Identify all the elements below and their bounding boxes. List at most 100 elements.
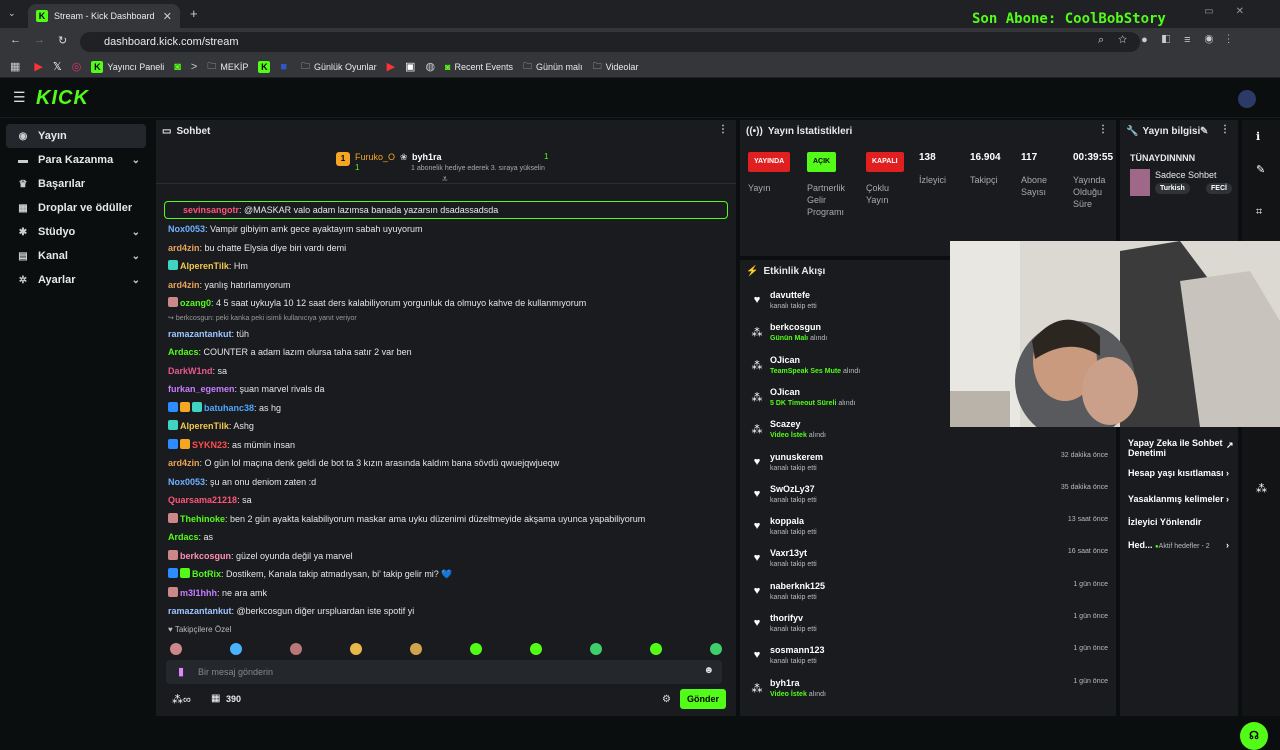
event-item[interactable]: ♥ thorifyv kanalı takip etti 1 gün önce	[748, 609, 1118, 641]
more-icon[interactable]: ⋮	[1098, 124, 1108, 135]
chat-username[interactable]: ard4zin	[168, 243, 200, 253]
bookmark-recent-events[interactable]: ◙ Recent Events	[445, 62, 513, 72]
chat-username[interactable]: ramazantankut	[168, 606, 232, 616]
emote[interactable]	[650, 643, 662, 655]
collapse-icon[interactable]: ⩡	[442, 174, 448, 185]
bookmark-icon[interactable]: ◙	[174, 61, 181, 73]
chat-message[interactable]: Thehinoke: ben 2 gün ayakta kalabiliyoru…	[156, 510, 736, 529]
bookmark-gunun-mali[interactable]: 🗀 Günün malı	[523, 59, 583, 75]
reload-icon[interactable]: ↻	[58, 34, 67, 47]
bookmark-icon[interactable]: >	[191, 61, 197, 73]
bookmark-videolar[interactable]: 🗀 Videolar	[593, 59, 639, 75]
chat-username[interactable]: AlperenTilk	[180, 261, 229, 271]
chat-input[interactable]: ▮ Bir mesaj gönderin ☻	[166, 660, 722, 684]
chat-message[interactable]: batuhanc38: as hg	[156, 399, 736, 418]
bookmark-yayinci-paneli[interactable]: K Yayıncı Paneli	[91, 60, 164, 73]
event-item[interactable]: ♥ Vaxr13yt kanalı takip etti 16 saat önce	[748, 544, 1118, 576]
event-user[interactable]: SwOzLy37	[770, 484, 815, 494]
event-user[interactable]: sosmann123	[770, 645, 825, 655]
chat-message[interactable]: AlperenTilk: Ashg	[156, 417, 736, 436]
goals-link[interactable]: Hed... ●Aktif hedefler - 2 ›	[1128, 540, 1229, 550]
chat-username[interactable]: AlperenTilk	[180, 421, 229, 431]
chat-username[interactable]: Nox0053	[168, 224, 205, 234]
youtube-icon[interactable]: ▶	[387, 60, 395, 73]
chat-message[interactable]: Nox0053: Vampir gibiyim amk gece ayaktay…	[156, 220, 736, 239]
event-user[interactable]: berkcosgun	[770, 322, 821, 332]
chat-username[interactable]: sevinsangotr	[183, 205, 239, 215]
chat-message[interactable]: AlperenTilk: Hm	[156, 257, 736, 276]
chat-username[interactable]: Quarsama21218	[168, 495, 237, 505]
chat-message[interactable]: Ardacs: COUNTER a adam lazım olursa taha…	[156, 343, 736, 362]
banned-words-link[interactable]: Yasaklanmış kelimeler ›	[1128, 494, 1229, 504]
events-icon[interactable]: ⁂	[1256, 482, 1267, 495]
window-controls[interactable]: ▭✕	[1204, 6, 1266, 17]
account-age-link[interactable]: Hesap yaşı kısıtlaması ›	[1128, 468, 1229, 478]
instagram-icon[interactable]: ◎	[72, 60, 82, 73]
chat-username[interactable]: ramazantankut	[168, 329, 232, 339]
emote[interactable]	[350, 643, 362, 655]
bookmark-kick-icon[interactable]: K	[258, 60, 271, 73]
chat-message[interactable]: Quarsama21218: sa	[156, 491, 736, 510]
sidebar-item-yayin[interactable]: ◉ Yayın	[6, 124, 146, 148]
points-icon[interactable]: ⁂∞	[172, 693, 191, 706]
sidebar-item-droplar[interactable]: ▦ Droplar ve ödüller	[6, 196, 146, 220]
chat-username[interactable]: m3l1hhh	[180, 588, 217, 598]
chat-message[interactable]: ramazantankut: @berkcosgun diğer ursplua…	[156, 602, 736, 620]
chat-message[interactable]: m3l1hhh: ne ara amk	[156, 584, 736, 603]
bookmark-icon[interactable]: ▣	[405, 60, 415, 73]
address-bar[interactable]: dashboard.kick.com/stream	[80, 32, 1140, 52]
help-button[interactable]: ☊	[1240, 722, 1268, 750]
emote[interactable]	[530, 643, 542, 655]
profile-avatar[interactable]	[1238, 90, 1256, 108]
emote[interactable]	[230, 643, 242, 655]
chat-username[interactable]: BotRix	[192, 569, 221, 579]
chat-message[interactable]: berkcosgun: güzel oyunda değil ya marvel	[156, 547, 736, 566]
chat-username[interactable]: batuhanc38	[204, 403, 254, 413]
kick-logo[interactable]: KICK	[36, 87, 89, 110]
chat-message[interactable]: Nox0053: şu an onu deniom zaten :d	[156, 473, 736, 492]
sidebar-item-para-kazanma[interactable]: ▬ Para Kazanma ⌄	[6, 148, 146, 172]
event-item[interactable]: ♥ sosmann123 kanalı takip etti 1 gün önce	[748, 641, 1118, 673]
new-tab-icon[interactable]: +	[190, 6, 198, 21]
menu-icon[interactable]: ☰	[13, 89, 26, 106]
tag[interactable]: Turkish	[1155, 183, 1190, 194]
chat-settings-icon[interactable]: ⚙	[662, 694, 671, 705]
tab-kick-dashboard[interactable]: K Stream - Kick Dashboard ✕	[28, 4, 180, 28]
event-item[interactable]: ♥ naberknk125 kanalı takip etti 1 gün önce	[748, 577, 1118, 609]
info-icon[interactable]: ℹ	[1256, 130, 1260, 143]
chat-username[interactable]: DarkW1nd	[168, 366, 213, 376]
bookmark-icon[interactable]: ■	[280, 61, 287, 73]
event-user[interactable]: Vaxr13yt	[770, 548, 807, 558]
chat-username[interactable]: Nox0053	[168, 477, 205, 487]
chat-message[interactable]: BotRix: Dostikem, Kanala takip atmadıysa…	[156, 565, 736, 584]
chat-username[interactable]: ard4zin	[168, 458, 200, 468]
mic-icon[interactable]: ▮	[178, 665, 184, 678]
send-button[interactable]: Gönder	[680, 689, 726, 709]
chat-username[interactable]: Ardacs	[168, 532, 199, 542]
event-user[interactable]: koppala	[770, 516, 804, 526]
event-user[interactable]: byh1ra	[770, 678, 800, 688]
event-user[interactable]: OJican	[770, 387, 800, 397]
chat-username[interactable]: SYKN23	[192, 440, 227, 450]
event-user[interactable]: yunuskerem	[770, 452, 823, 462]
x-icon[interactable]: 𝕏	[53, 60, 62, 73]
bookmark-mekip[interactable]: 🗀 MEKİP	[207, 59, 248, 75]
tag[interactable]: FECİ	[1206, 183, 1232, 194]
emoji-icon[interactable]: ☻	[703, 665, 714, 676]
emote[interactable]	[710, 643, 722, 655]
back-icon[interactable]: ←	[10, 34, 21, 46]
bookmark-icon[interactable]: ◍	[425, 60, 435, 73]
crop-icon[interactable]: ⌗	[1256, 206, 1262, 219]
chat-username[interactable]: berkcosgun	[180, 551, 231, 561]
extensions-icons[interactable]: ⌕☆●◧≡◉⋮	[1098, 34, 1244, 47]
chat-message[interactable]: Ardacs: as	[156, 528, 736, 547]
tab-close-icon[interactable]: ✕	[163, 10, 172, 23]
chat-message[interactable]: ozang0: 4 5 saat uykuyla 10 12 saat ders…	[156, 294, 736, 313]
chat-username[interactable]: furkan_egemen	[168, 384, 235, 394]
chat-username[interactable]: Ardacs	[168, 347, 199, 357]
event-item[interactable]: ♥ SwOzLy37 kanalı takip etti 35 dakika önce	[748, 480, 1118, 512]
apps-icon[interactable]: ▦	[10, 60, 20, 73]
chat-message[interactable]: ard4zin: bu chatte Elysia diye biri vard…	[156, 239, 736, 258]
sidebar-item-ayarlar[interactable]: ✲ Ayarlar ⌄	[6, 268, 146, 292]
chat-message[interactable]: SYKN23: as mümin insan	[156, 436, 736, 455]
